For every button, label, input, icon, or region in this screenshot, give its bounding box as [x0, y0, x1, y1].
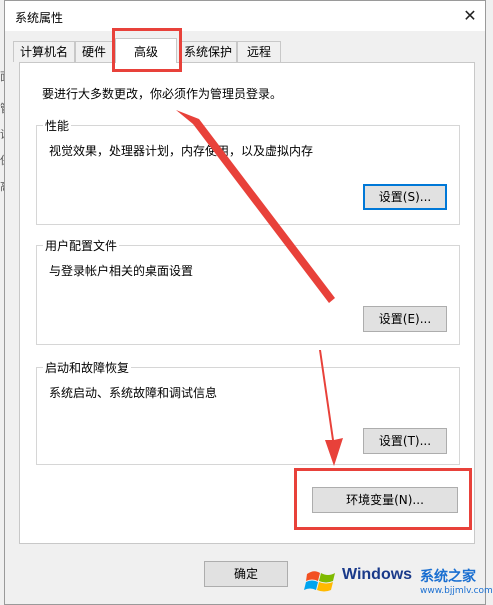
tab-advanced[interactable]: 高级 [115, 38, 177, 63]
windows-logo-icon [304, 571, 335, 592]
startup-recovery-settings-button[interactable]: 设置(T)... [363, 428, 447, 454]
background-window-right [485, 0, 493, 605]
user-profiles-title: 用户配置文件 [43, 237, 120, 254]
tab-system-protection[interactable]: 系统保护 [179, 41, 237, 62]
watermark-site-name: 系统之家 [420, 569, 476, 585]
admin-notice: 要进行大多数更改，你必须作为管理员登录。 [42, 87, 283, 101]
window-title: 系统属性 [15, 11, 64, 25]
startup-recovery-group: 启动和故障恢复 系统启动、系统故障和调试信息 设置(T)... [36, 359, 460, 465]
startup-recovery-title: 启动和故障恢复 [43, 359, 132, 376]
tab-remote[interactable]: 远程 [237, 41, 281, 62]
user-profiles-settings-button[interactable]: 设置(E)... [363, 306, 447, 332]
performance-title: 性能 [43, 117, 72, 134]
startup-recovery-description: 系统启动、系统故障和调试信息 [49, 386, 218, 400]
watermark: Windows 系统之家 www.bjjmlv.com [302, 560, 493, 600]
ok-button[interactable]: 确定 [204, 561, 288, 587]
title-bar: 系统属性 ✕ [5, 1, 485, 31]
tab-computer-name[interactable]: 计算机名 [13, 41, 75, 62]
user-profiles-group: 用户配置文件 与登录帐户相关的桌面设置 设置(E)... [36, 237, 460, 345]
watermark-url: www.bjjmlv.com [420, 586, 493, 596]
close-button[interactable]: ✕ [457, 5, 483, 27]
watermark-brand: Windows [342, 566, 413, 583]
performance-group: 性能 视觉效果，处理器计划，内存使用，以及虚拟内存 设置(S)... [36, 117, 460, 225]
tab-hardware[interactable]: 硬件 [75, 41, 113, 62]
env-button-highlight [294, 468, 472, 530]
performance-settings-button[interactable]: 设置(S)... [363, 184, 447, 210]
performance-description: 视觉效果，处理器计划，内存使用，以及虚拟内存 [49, 144, 314, 158]
user-profiles-description: 与登录帐户相关的桌面设置 [49, 264, 194, 278]
